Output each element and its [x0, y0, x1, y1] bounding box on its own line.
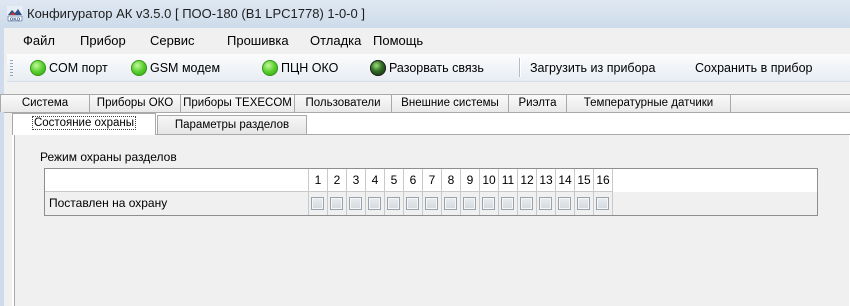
- window-title: Конфигуратор АК v3.5.0 [ ПОО-180 (B1 LPC…: [27, 6, 365, 21]
- tab-texecom-devices[interactable]: Приборы TEXECOM: [180, 94, 295, 112]
- title-bar: OKO Конфигуратор АК v3.5.0 [ ПОО-180 (B1…: [0, 0, 850, 29]
- subtab-partition-params[interactable]: Параметры разделов: [157, 115, 307, 134]
- armed-checkbox[interactable]: [311, 197, 324, 210]
- disconnect-led-icon: [370, 60, 386, 76]
- disconnect-label: Разорвать связь: [389, 61, 484, 75]
- partition-cell: [404, 192, 423, 215]
- grid-corner-cell: [45, 169, 309, 192]
- row-label: Поставлен на охрану: [45, 192, 309, 215]
- grid-header: 1 2 3 4 5 6 7 8 9 10 11 12 13 14 15 16: [45, 169, 817, 192]
- partition-cell: [575, 192, 594, 215]
- partition-cell: [423, 192, 442, 215]
- pcn-status-led-icon: [262, 60, 278, 76]
- load-from-device-button[interactable]: Загрузить из прибора: [530, 61, 655, 75]
- column-header: 5: [385, 169, 404, 192]
- column-header: 9: [461, 169, 480, 192]
- tab-active-partial[interactable]: [730, 94, 850, 112]
- column-header: 13: [537, 169, 556, 192]
- tab-panel: Состояние охраны Параметры разделов Режи…: [12, 113, 850, 306]
- subtab-partition-params-label: Параметры разделов: [174, 119, 290, 131]
- tab-temperature-sensors[interactable]: Температурные датчики: [566, 94, 731, 112]
- toolbar-grip[interactable]: [10, 60, 13, 76]
- column-header: 11: [499, 169, 518, 192]
- armed-checkbox[interactable]: [558, 197, 571, 210]
- armed-checkbox[interactable]: [444, 197, 457, 210]
- partition-cell: [480, 192, 499, 215]
- partition-cell: [442, 192, 461, 215]
- partition-grid: 1 2 3 4 5 6 7 8 9 10 11 12 13 14 15 16 Поставлен на охр…: [44, 168, 818, 216]
- column-header: 15: [575, 169, 594, 192]
- gsm-modem-label: GSM модем: [150, 61, 221, 75]
- subtab-security-state-label: Состояние охраны: [31, 116, 137, 130]
- table-row: Поставлен на охрану: [45, 192, 817, 215]
- column-header: 14: [556, 169, 575, 192]
- menu-file[interactable]: Файл: [23, 33, 55, 48]
- partition-cell: [347, 192, 366, 215]
- tab-oko-devices[interactable]: Приборы ОКО: [89, 94, 181, 112]
- pcn-oko-label: ПЦН ОКО: [281, 61, 339, 75]
- com-port-label: COM порт: [49, 61, 108, 75]
- menu-device[interactable]: Прибор: [80, 33, 126, 48]
- armed-checkbox[interactable]: [520, 197, 533, 210]
- armed-checkbox[interactable]: [330, 197, 343, 210]
- column-header: 3: [347, 169, 366, 192]
- gsm-status-led-icon: [131, 60, 147, 76]
- partition-cell: [518, 192, 537, 215]
- column-header: 8: [442, 169, 461, 192]
- armed-checkbox[interactable]: [577, 197, 590, 210]
- column-header: 6: [404, 169, 423, 192]
- partition-cell: [385, 192, 404, 215]
- armed-checkbox[interactable]: [596, 197, 609, 210]
- menu-bar: Файл Прибор Сервис Прошивка Отладка Помо…: [4, 28, 850, 54]
- com-status-led-icon: [30, 60, 46, 76]
- menu-service[interactable]: Сервис: [150, 33, 195, 48]
- column-header: 7: [423, 169, 442, 192]
- partition-cell: [556, 192, 575, 215]
- tab-users[interactable]: Пользователи: [294, 94, 392, 112]
- svg-text:OKO: OKO: [10, 16, 21, 21]
- toolbar: COM порт GSM модем ПЦН ОКО Разорвать свя…: [7, 54, 850, 82]
- client-area: Файл Прибор Сервис Прошивка Отладка Помо…: [0, 28, 850, 306]
- armed-checkbox[interactable]: [539, 197, 552, 210]
- save-to-device-button[interactable]: Сохранить в прибор: [695, 61, 812, 75]
- partition-cell: [328, 192, 347, 215]
- tab-external-systems[interactable]: Внешние системы: [391, 94, 509, 112]
- armed-checkbox[interactable]: [387, 197, 400, 210]
- column-header: 12: [518, 169, 537, 192]
- column-header: 1: [309, 169, 328, 192]
- armed-checkbox[interactable]: [406, 197, 419, 210]
- menu-firmware[interactable]: Прошивка: [227, 33, 289, 48]
- partition-cell: [594, 192, 613, 215]
- column-header: 16: [594, 169, 613, 192]
- menu-help[interactable]: Помощь: [373, 33, 423, 48]
- armed-checkbox[interactable]: [349, 197, 362, 210]
- subtab-security-state[interactable]: Состояние охраны: [12, 113, 156, 135]
- partition-cell: [366, 192, 385, 215]
- partition-cell: [461, 192, 480, 215]
- oko-app-icon: OKO: [7, 6, 23, 22]
- section-title: Режим охраны разделов: [40, 150, 177, 164]
- partition-cell: [537, 192, 556, 215]
- tab-rielta[interactable]: Риэлта: [508, 94, 567, 112]
- toolbar-separator: [519, 58, 521, 77]
- column-header: 10: [480, 169, 499, 192]
- menu-debug[interactable]: Отладка: [310, 33, 361, 48]
- partition-cell: [499, 192, 518, 215]
- armed-checkbox[interactable]: [368, 197, 381, 210]
- column-header: 4: [366, 169, 385, 192]
- armed-checkbox[interactable]: [482, 197, 495, 210]
- armed-checkbox[interactable]: [463, 197, 476, 210]
- partition-cell: [309, 192, 328, 215]
- tab-system[interactable]: Система: [0, 94, 90, 112]
- security-state-panel: Режим охраны разделов 1 2 3 4 5 6 7 8 9 10 11 12 13 1…: [14, 135, 849, 306]
- armed-checkbox[interactable]: [501, 197, 514, 210]
- column-header: 2: [328, 169, 347, 192]
- armed-checkbox[interactable]: [425, 197, 438, 210]
- main-tabs: Система Приборы ОКО Приборы TEXECOM Поль…: [0, 94, 850, 112]
